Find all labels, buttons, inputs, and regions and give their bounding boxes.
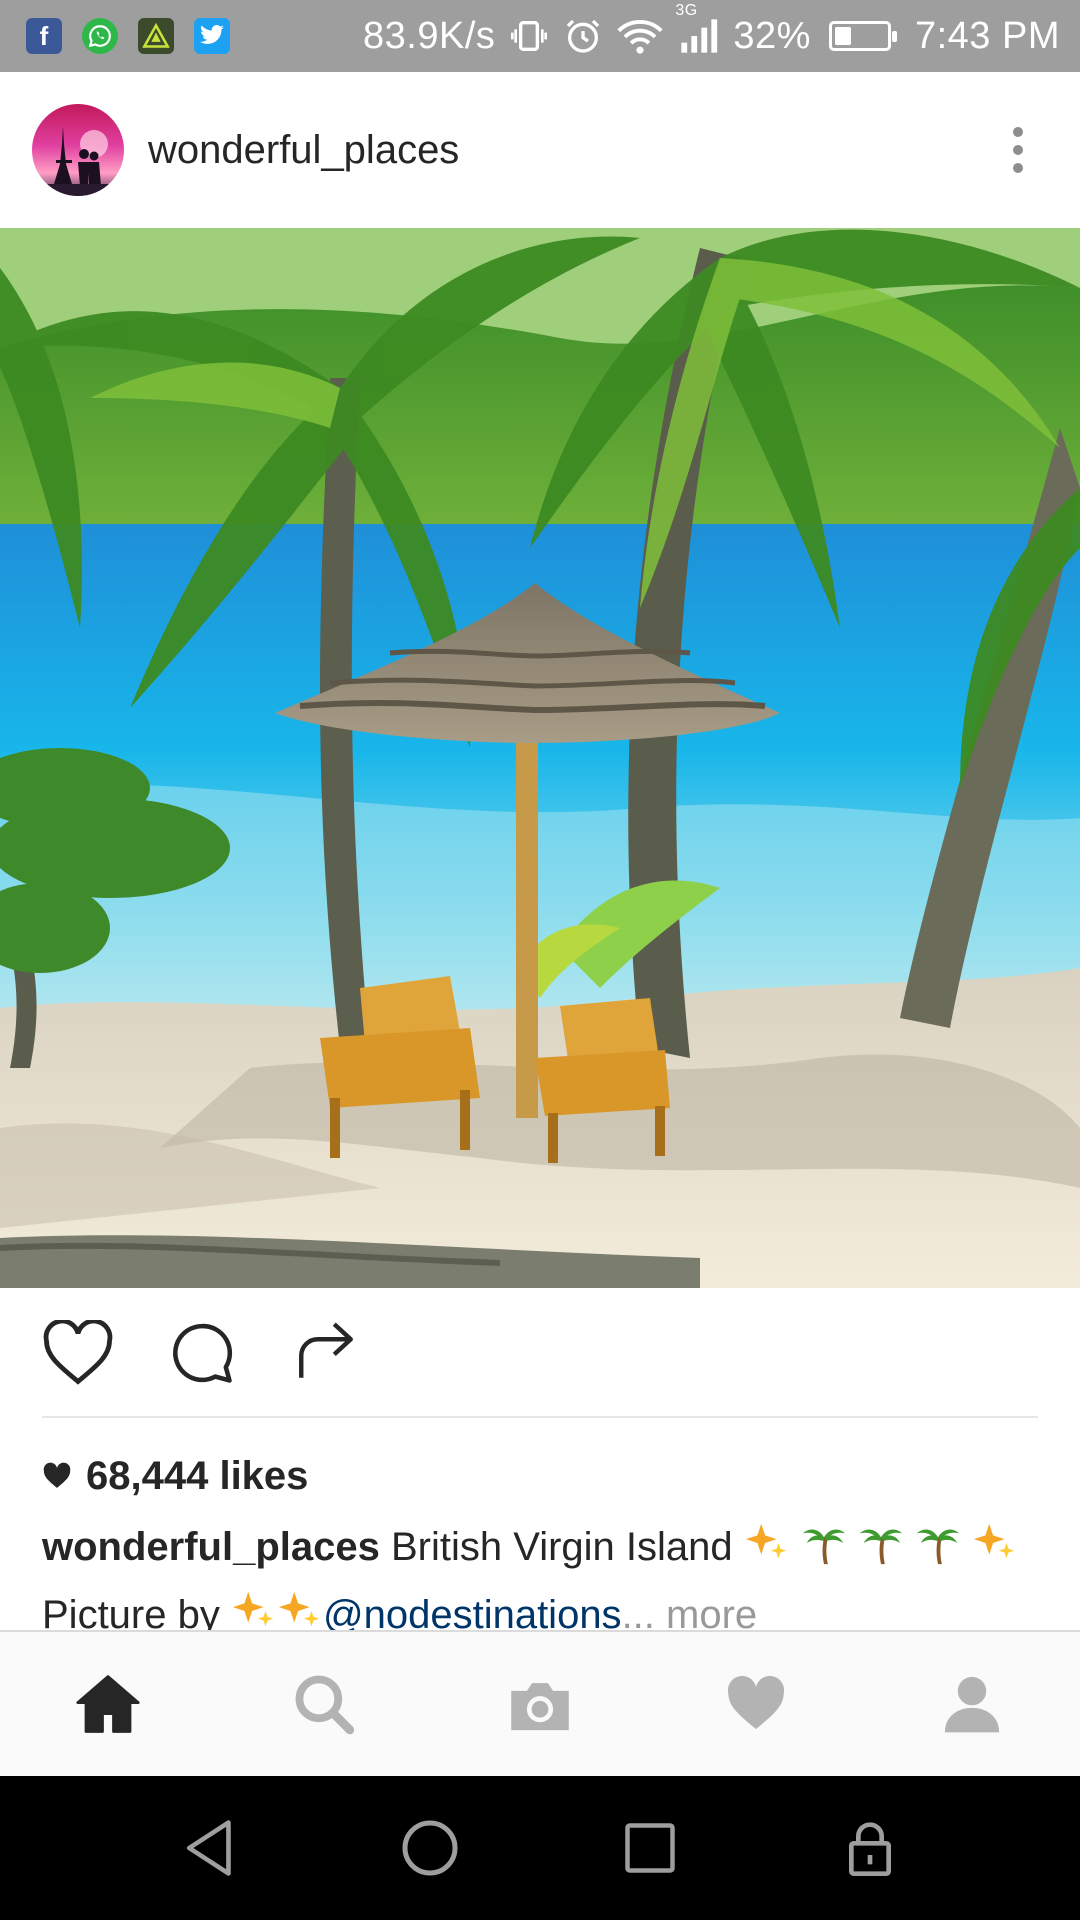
comment-icon xyxy=(173,1323,233,1383)
android-app-icon xyxy=(138,18,174,54)
network-speed: 83.9K/s xyxy=(363,14,496,57)
likes-text: 68,444 likes xyxy=(86,1453,309,1498)
lock-icon xyxy=(849,1822,891,1876)
screen-lock-button[interactable] xyxy=(825,1803,915,1893)
recents-square-icon xyxy=(625,1823,675,1873)
profile-icon xyxy=(944,1676,1000,1733)
search-icon xyxy=(295,1675,355,1735)
home-circle-icon xyxy=(402,1820,458,1876)
home-nav-button[interactable] xyxy=(385,1803,475,1893)
home-icon xyxy=(76,1675,140,1733)
post-actions xyxy=(0,1288,1080,1418)
notification-icons: f xyxy=(26,18,230,54)
post-photo[interactable] xyxy=(0,228,1080,1288)
sparkles-icon xyxy=(744,1520,790,1584)
tab-search[interactable] xyxy=(274,1654,374,1754)
like-button[interactable] xyxy=(40,1315,116,1391)
cell-signal-icon: 3G xyxy=(675,2,719,56)
network-type: 3G xyxy=(675,2,698,19)
heart-filled-icon xyxy=(43,1462,71,1488)
battery-percent: 32% xyxy=(733,14,811,57)
status-bar: f 83.9K/s 3G 32% 7:43 PM xyxy=(0,0,1080,72)
vibrate-icon xyxy=(509,16,549,56)
divider xyxy=(42,1416,1038,1418)
comment-button[interactable] xyxy=(164,1315,240,1391)
sparkles-icon xyxy=(972,1520,1018,1584)
back-button[interactable] xyxy=(165,1803,255,1893)
battery-icon xyxy=(828,21,897,51)
heart-icon xyxy=(727,1675,785,1730)
share-arrow-icon xyxy=(299,1322,353,1378)
twitter-icon xyxy=(194,18,230,54)
tab-activity[interactable] xyxy=(706,1654,806,1754)
bottom-tab-bar xyxy=(0,1630,1080,1776)
palm-tree-icon xyxy=(915,1520,961,1584)
whatsapp-icon xyxy=(82,18,118,54)
post-username[interactable]: wonderful_places xyxy=(148,128,459,173)
heart-outline-icon xyxy=(43,1320,113,1385)
palm-tree-icon xyxy=(858,1520,904,1584)
avatar[interactable] xyxy=(32,104,124,196)
tab-camera[interactable] xyxy=(490,1654,590,1754)
wifi-icon xyxy=(617,16,664,56)
facebook-icon: f xyxy=(26,18,62,54)
back-triangle-icon xyxy=(186,1820,231,1876)
more-vertical-icon xyxy=(1013,127,1023,173)
system-nav-bar xyxy=(0,1776,1080,1920)
camera-icon xyxy=(511,1683,569,1731)
caption-username[interactable]: wonderful_places xyxy=(42,1525,380,1569)
likes-count[interactable]: 68,444 likes xyxy=(42,1448,308,1504)
more-options-button[interactable] xyxy=(988,110,1048,190)
alarm-icon xyxy=(563,16,603,56)
palm-tree-icon xyxy=(801,1520,847,1584)
tab-home[interactable] xyxy=(58,1654,158,1754)
share-button[interactable] xyxy=(288,1315,364,1391)
post-header: wonderful_places xyxy=(0,72,1080,228)
clock: 7:43 PM xyxy=(914,14,1060,57)
tab-profile[interactable] xyxy=(922,1654,1022,1754)
recents-button[interactable] xyxy=(605,1803,695,1893)
caption-text: British Virgin Island xyxy=(391,1525,733,1569)
